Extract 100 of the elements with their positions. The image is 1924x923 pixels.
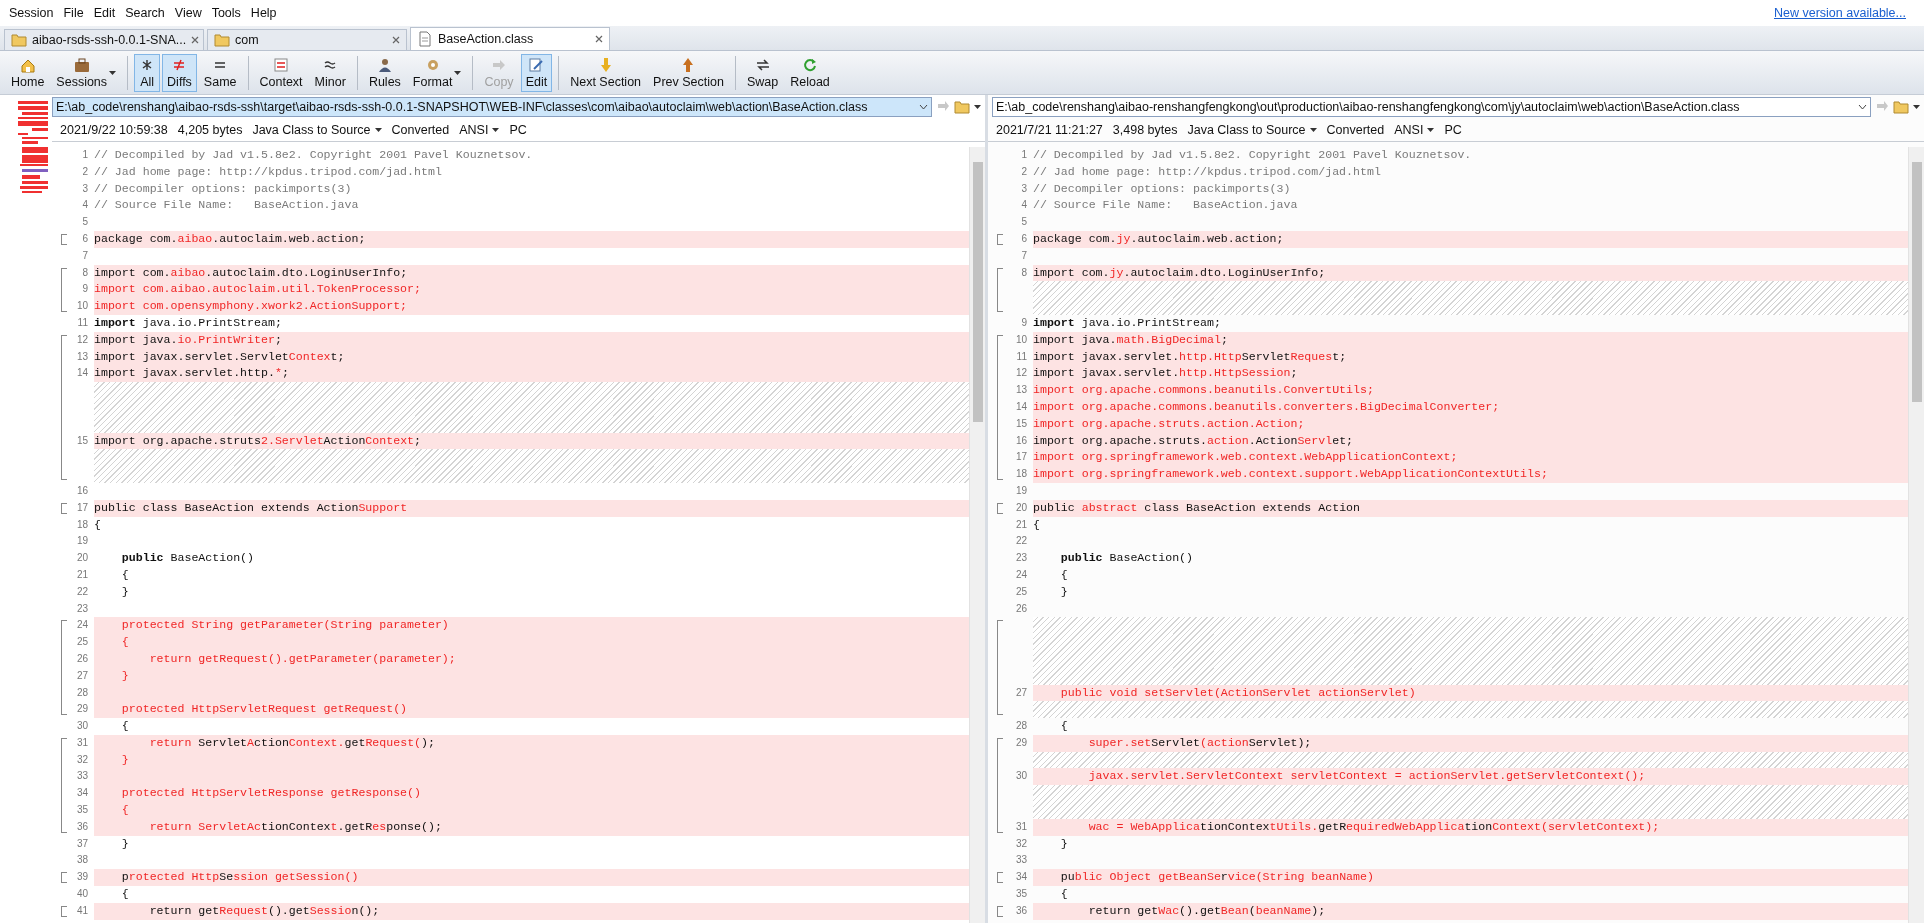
code-text: // Source File Name: BaseAction.java (1033, 197, 1299, 214)
code-text: public class BaseAction extends ActionSupport (94, 499, 969, 517)
chevron-down-icon[interactable] (1858, 104, 1867, 110)
line-number: 35 (1014, 887, 1028, 902)
line-number: 1 (81, 148, 89, 162)
toolbar-button[interactable]: All (134, 53, 161, 92)
menu-item[interactable]: View (169, 6, 207, 20)
file-size-text: 3,498 bytes (1112, 123, 1178, 137)
line-number: 20 (1014, 500, 1028, 515)
line-number: 29 (75, 702, 89, 717)
diff-bracket (61, 502, 67, 514)
close-icon[interactable] (392, 36, 400, 44)
scrollbar[interactable] (969, 147, 985, 923)
format-dropdown[interactable]: Java Class to Source (1187, 123, 1317, 137)
swap-icon (754, 56, 771, 73)
line-number: 34 (75, 786, 89, 801)
line-number: 30 (75, 719, 89, 734)
diff-bracket (61, 905, 67, 917)
code-text: public BaseAction() (1059, 550, 1195, 567)
toolbar-button[interactable]: Home (6, 53, 50, 92)
line-number: 26 (75, 651, 89, 666)
scrollbar[interactable] (1908, 147, 1924, 923)
menu-item[interactable]: Session (4, 6, 59, 20)
code-text: // Decompiled by Jad v1.5.8e2. Copyright 2001 Pavel Kouznetsov. (1033, 147, 1473, 163)
toolbar-button[interactable]: Sessions (51, 53, 122, 92)
tab[interactable]: BaseAction.class (410, 27, 610, 50)
code-text: public abstract class BaseAction extends Action (1033, 499, 1908, 517)
caret-icon[interactable] (1913, 105, 1920, 109)
menu-item[interactable]: Help (245, 6, 282, 20)
line-number: 4 (81, 198, 89, 213)
toolbar-button[interactable]: Diffs (162, 53, 197, 92)
toolbar-button[interactable]: Reload (785, 53, 835, 92)
caret-icon[interactable] (974, 105, 981, 109)
caret-icon (492, 128, 500, 132)
code-text: protected HttpSession getSession() (94, 869, 969, 887)
line-number: 10 (1014, 332, 1028, 347)
menu-item[interactable]: Edit (88, 6, 121, 20)
code-text: return ServletActionContext.getRequest(); (94, 734, 969, 752)
code-text: protected HttpServletResponse getResponse() (94, 785, 969, 803)
code-text: super.setServlet(actionServlet); (1033, 734, 1908, 752)
line-number: 5 (81, 215, 89, 230)
toolbar-button[interactable]: Rules (363, 53, 406, 92)
code-text: { (1033, 516, 1041, 533)
diff-bracket (61, 872, 67, 884)
toolbar-button[interactable]: Same (198, 53, 242, 92)
encoding-dropdown[interactable]: ANSI (459, 123, 500, 137)
toolbar-button[interactable]: Format (407, 53, 467, 92)
line-number: 40 (75, 887, 89, 902)
line-number: 30 (1014, 769, 1028, 784)
line-ending-text: PC (509, 123, 527, 137)
menu-item[interactable]: File (58, 6, 89, 20)
caret-icon (1309, 128, 1317, 132)
line-number: 29 (1014, 735, 1028, 750)
line-number: 6 (81, 232, 89, 246)
code-text: // Decompiled by Jad v1.5.8e2. Copyright 2001 Pavel Kouznetsov. (94, 147, 534, 163)
line-number: 23 (75, 601, 89, 616)
scrollbar-thumb[interactable] (972, 162, 983, 422)
status-text: Converted (1326, 123, 1385, 137)
toolbar-button[interactable]: Next Section (565, 53, 647, 92)
code-text: { (94, 516, 102, 533)
code-text: { (1059, 566, 1069, 583)
tab[interactable]: com (207, 29, 407, 50)
toolbar-button[interactable]: Edit (520, 53, 553, 92)
status-text: Converted (391, 123, 450, 137)
encoding-dropdown[interactable]: ANSI (1394, 123, 1435, 137)
timestamp-text: 2021/7/21 11:21:27 (996, 123, 1103, 137)
line-number: 24 (1014, 567, 1028, 582)
menu-item[interactable]: Tools (206, 6, 246, 20)
line-number: 14 (1014, 399, 1028, 414)
diff-overview-drawing[interactable] (18, 101, 48, 196)
close-icon[interactable] (191, 36, 200, 44)
line-number: 23 (1014, 551, 1028, 566)
line-number: 5 (1020, 215, 1028, 230)
line-number: 3 (81, 181, 89, 196)
line-number: 35 (75, 803, 89, 818)
menu-item[interactable]: Search (120, 6, 170, 20)
line-number: 15 (75, 433, 89, 448)
toolbar-button[interactable]: Minor (309, 53, 351, 92)
update-link[interactable]: New version available... (1774, 6, 1906, 20)
line-number: 14 (75, 366, 89, 381)
caret-icon (374, 128, 382, 132)
code-text: // Jad home page: http://kpdus.tripod.com/jad.html (94, 163, 443, 180)
line-number: 24 (75, 618, 89, 633)
document-icon (417, 31, 433, 47)
line-number: 19 (75, 534, 89, 549)
code-text: return getWac().getBean(beanName); (1033, 902, 1908, 920)
code-text: } (120, 583, 130, 600)
toolbar-button[interactable]: Context (254, 53, 308, 92)
toolbar-button[interactable]: Swap (741, 53, 784, 92)
close-icon[interactable] (595, 35, 603, 43)
path-field[interactable]: E:\ab_code\renshang\aibao-renshangfengkong\out\production\aibao-renshangfengkong\com\jy\autoclaim\web\action\BaseAction.class (992, 97, 1871, 117)
chevron-down-icon[interactable] (919, 104, 928, 110)
tab[interactable]: aibao-rsds-ssh-0.0.1-SNA... (4, 29, 204, 50)
scrollbar-thumb[interactable] (1911, 162, 1922, 402)
briefcase-icon (73, 56, 90, 73)
path-field[interactable]: E:\ab_code\renshang\aibao-rsds-ssh\target\aibao-rsds-ssh-0.0.1-SNAPSHOT\WEB-INF\classes\com\aibao\autoclaim\web\action\BaseAction.class (52, 97, 932, 117)
format-dropdown[interactable]: Java Class to Source (252, 123, 382, 137)
code-text: // Source File Name: BaseAction.java (94, 197, 360, 214)
toolbar-button[interactable]: Prev Section (648, 53, 729, 92)
code-text: // Decompiler options: packimports(3) (94, 180, 353, 197)
